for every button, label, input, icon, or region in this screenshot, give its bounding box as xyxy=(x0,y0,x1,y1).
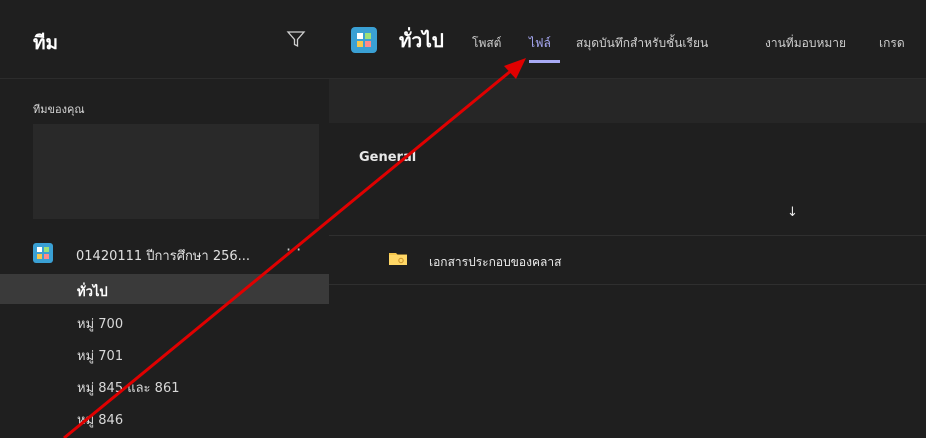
tab-posts[interactable]: โพสต์ xyxy=(472,34,501,53)
more-options-icon[interactable]: ··· xyxy=(286,240,301,259)
divider xyxy=(329,284,926,285)
folder-icon xyxy=(389,253,407,265)
tab-class-notebook[interactable]: สมุดบันทึกสำหรับชั้นเรียน xyxy=(576,34,708,53)
files-toolbar xyxy=(329,79,926,123)
tab-grades[interactable]: เกรด xyxy=(879,34,905,53)
tab-files[interactable]: ไฟล์ xyxy=(529,34,551,53)
channel-title: ทั่วไป xyxy=(399,30,444,52)
channel-846[interactable]: หมู่ 846 xyxy=(0,402,329,432)
active-tab-indicator xyxy=(529,60,560,63)
folder-title: General xyxy=(359,150,417,165)
your-teams-label: ทีมของคุณ xyxy=(33,103,85,116)
channel-icon xyxy=(351,27,377,53)
channel-general[interactable]: ทั่วไป xyxy=(0,274,329,304)
team-banner xyxy=(33,124,319,219)
team-name: 01420111 ปีการศึกษา 256... xyxy=(76,249,251,264)
channel-label: หมู่ 846 xyxy=(77,413,124,428)
team-item[interactable]: 01420111 ปีการศึกษา 256... ··· xyxy=(33,240,329,272)
channel-700[interactable]: หมู่ 700 xyxy=(0,306,329,336)
main-panel: ทั่วไป โพสต์ ไฟล์ สมุดบันทึกสำหรับชั้นเร… xyxy=(329,0,926,438)
sidebar-header: ทีม xyxy=(0,0,329,79)
file-row[interactable]: เอกสารประกอบของคลาส xyxy=(329,236,926,284)
filter-icon[interactable] xyxy=(286,29,306,49)
channel-label: หมู่ 701 xyxy=(77,349,124,364)
channel-header: ทั่วไป โพสต์ ไฟล์ สมุดบันทึกสำหรับชั้นเร… xyxy=(329,0,926,79)
team-avatar-icon xyxy=(33,243,53,263)
channel-701[interactable]: หมู่ 701 xyxy=(0,338,329,368)
sidebar-title: ทีม xyxy=(33,32,59,54)
channel-label: ทั่วไป xyxy=(77,285,108,300)
channel-845-861[interactable]: หมู่ 845 และ 861 xyxy=(0,370,329,400)
sidebar: ทีม ทีมของคุณ 01420111 ปีการศึกษา 256...… xyxy=(0,0,329,438)
sort-down-icon[interactable]: ↓ xyxy=(787,205,798,220)
channel-label: หมู่ 700 xyxy=(77,317,124,332)
channel-label: หมู่ 845 และ 861 xyxy=(77,381,180,396)
tab-assignments[interactable]: งานที่มอบหมาย xyxy=(765,34,846,53)
file-name: เอกสารประกอบของคลาส xyxy=(429,255,562,269)
